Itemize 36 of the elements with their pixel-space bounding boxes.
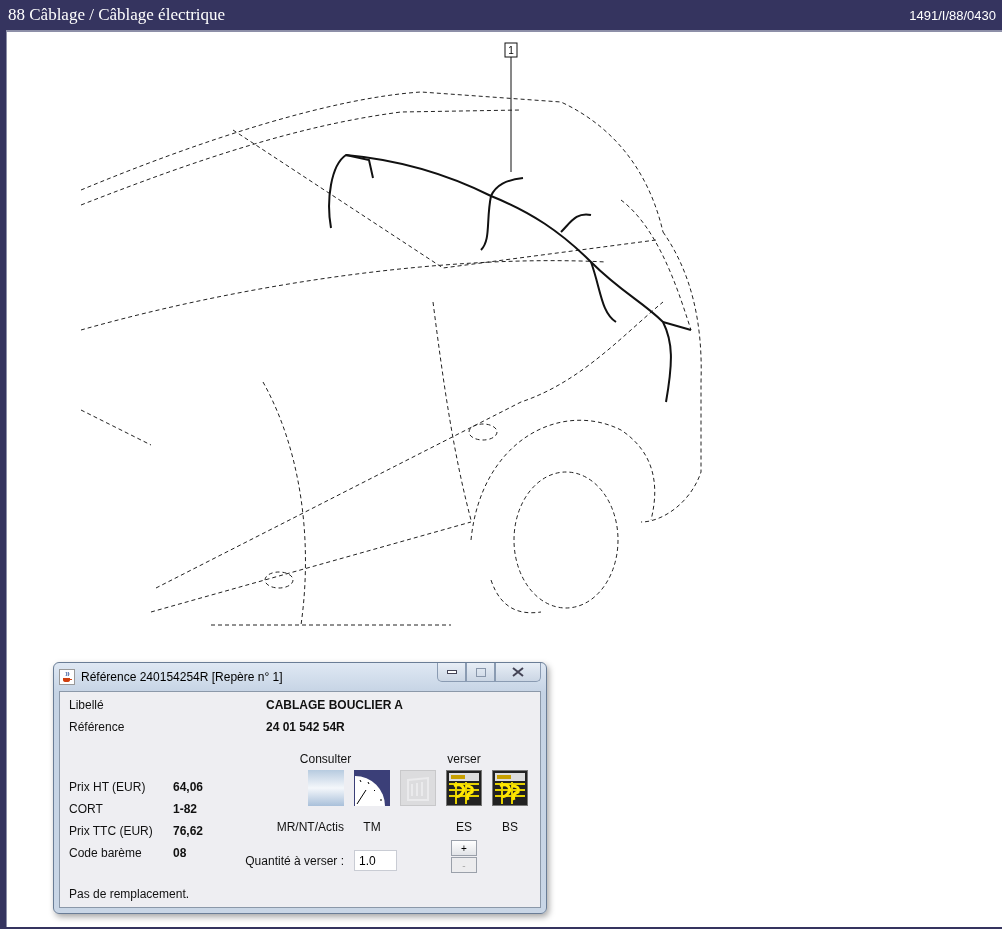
field-value: CABLAGE BOUCLIER A bbox=[266, 698, 404, 712]
group-heading: Consulter bbox=[298, 752, 353, 766]
field-value: 24 01 542 54R bbox=[266, 720, 346, 734]
minimize-button[interactable] bbox=[437, 663, 466, 682]
gauge-icon[interactable] bbox=[354, 770, 390, 806]
price-label: Prix HT (EUR) bbox=[69, 780, 147, 794]
action-label: ES bbox=[455, 820, 473, 834]
parts-sheet-icon[interactable] bbox=[446, 770, 482, 806]
parts-sheet-icon[interactable] bbox=[492, 770, 528, 806]
close-button[interactable] bbox=[495, 663, 541, 682]
price-value: 76,62 bbox=[173, 824, 205, 838]
price-value: 1-82 bbox=[173, 802, 199, 816]
group-heading: verser bbox=[446, 752, 482, 766]
field-label: Libellé bbox=[69, 698, 105, 712]
window-title: 88 Câblage / Câblage électrique bbox=[8, 5, 226, 25]
minimize-icon bbox=[446, 670, 457, 674]
price-label: CORT bbox=[69, 802, 104, 816]
status-message: Pas de remplacement. bbox=[69, 887, 191, 901]
maximize-icon bbox=[475, 667, 486, 677]
price-value: 08 bbox=[173, 846, 188, 860]
quantity-field[interactable]: 1.0 bbox=[354, 850, 397, 871]
gradient-tile-icon[interactable] bbox=[308, 770, 344, 806]
document-code: 1491/I/88/0430 bbox=[909, 7, 996, 23]
price-label: Prix TTC (EUR) bbox=[69, 824, 154, 838]
action-label: TM bbox=[362, 820, 382, 834]
price-value: 64,06 bbox=[173, 780, 205, 794]
price-label: Code barème bbox=[69, 846, 143, 860]
action-label: BS bbox=[501, 820, 519, 834]
dialog-title: Référence 240154254R [Repère n° 1] bbox=[81, 670, 284, 684]
close-icon bbox=[512, 667, 524, 677]
quantity-label: Quantité à verser : bbox=[244, 853, 344, 868]
field-label: Référence bbox=[69, 720, 126, 734]
coffee-cup-icon bbox=[59, 669, 75, 685]
callout-label: 1 bbox=[504, 42, 518, 58]
action-label: MR/NT/Actis bbox=[275, 820, 344, 834]
stepper-button[interactable]: + bbox=[451, 840, 477, 856]
